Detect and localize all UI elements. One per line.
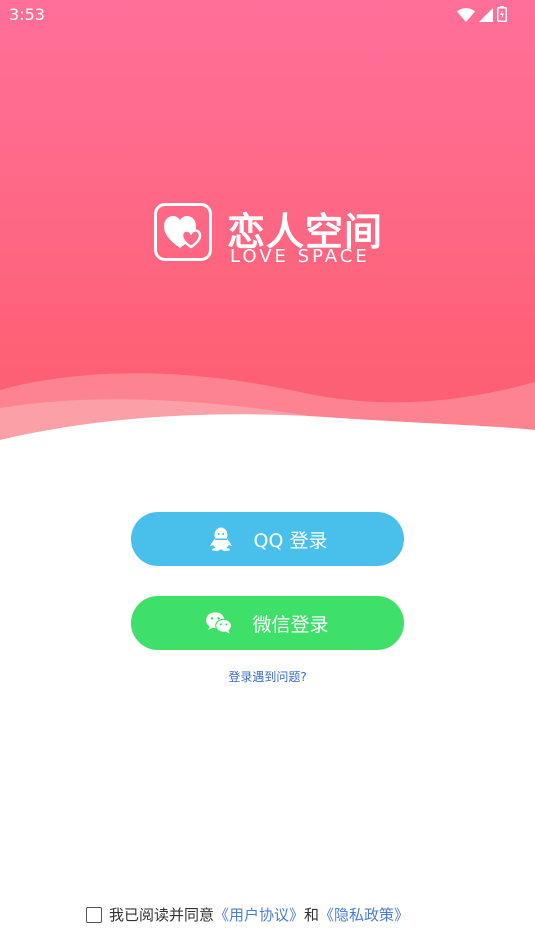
qq-login-button[interactable]: QQ 登录: [131, 512, 404, 566]
wechat-login-label: 微信登录: [252, 613, 329, 636]
battery-charging-icon: [497, 6, 507, 26]
agreement-checkbox[interactable]: [86, 906, 102, 923]
login-help-link[interactable]: 登录遇到问题?: [0, 668, 535, 685]
status-icons: [457, 6, 507, 26]
wifi-icon: [457, 7, 475, 26]
status-time: 3:53: [9, 5, 45, 24]
signal-icon: [479, 7, 493, 26]
user-agreement-link[interactable]: 《用户协议》: [214, 904, 304, 925]
double-heart-icon: [154, 203, 212, 261]
agreement-row: 我已阅读并同意 《用户协议》 和 《隐私政策》: [86, 904, 409, 925]
wechat-login-button[interactable]: 微信登录: [131, 596, 404, 650]
qq-login-label: QQ 登录: [253, 529, 328, 552]
wave-decoration: [0, 373, 535, 470]
agreement-conjunction: 和: [304, 906, 320, 924]
wechat-icon: [206, 610, 233, 636]
brand-name-en: LOVE SPACE: [230, 246, 370, 267]
qq-penguin-icon: [208, 526, 234, 552]
agreement-prefix: 我已阅读并同意: [109, 906, 215, 924]
privacy-policy-link[interactable]: 《隐私政策》: [319, 904, 409, 925]
brand-logo: 恋人空间 LOVE SPACE: [154, 203, 384, 269]
status-bar: 3:53: [0, 0, 535, 30]
